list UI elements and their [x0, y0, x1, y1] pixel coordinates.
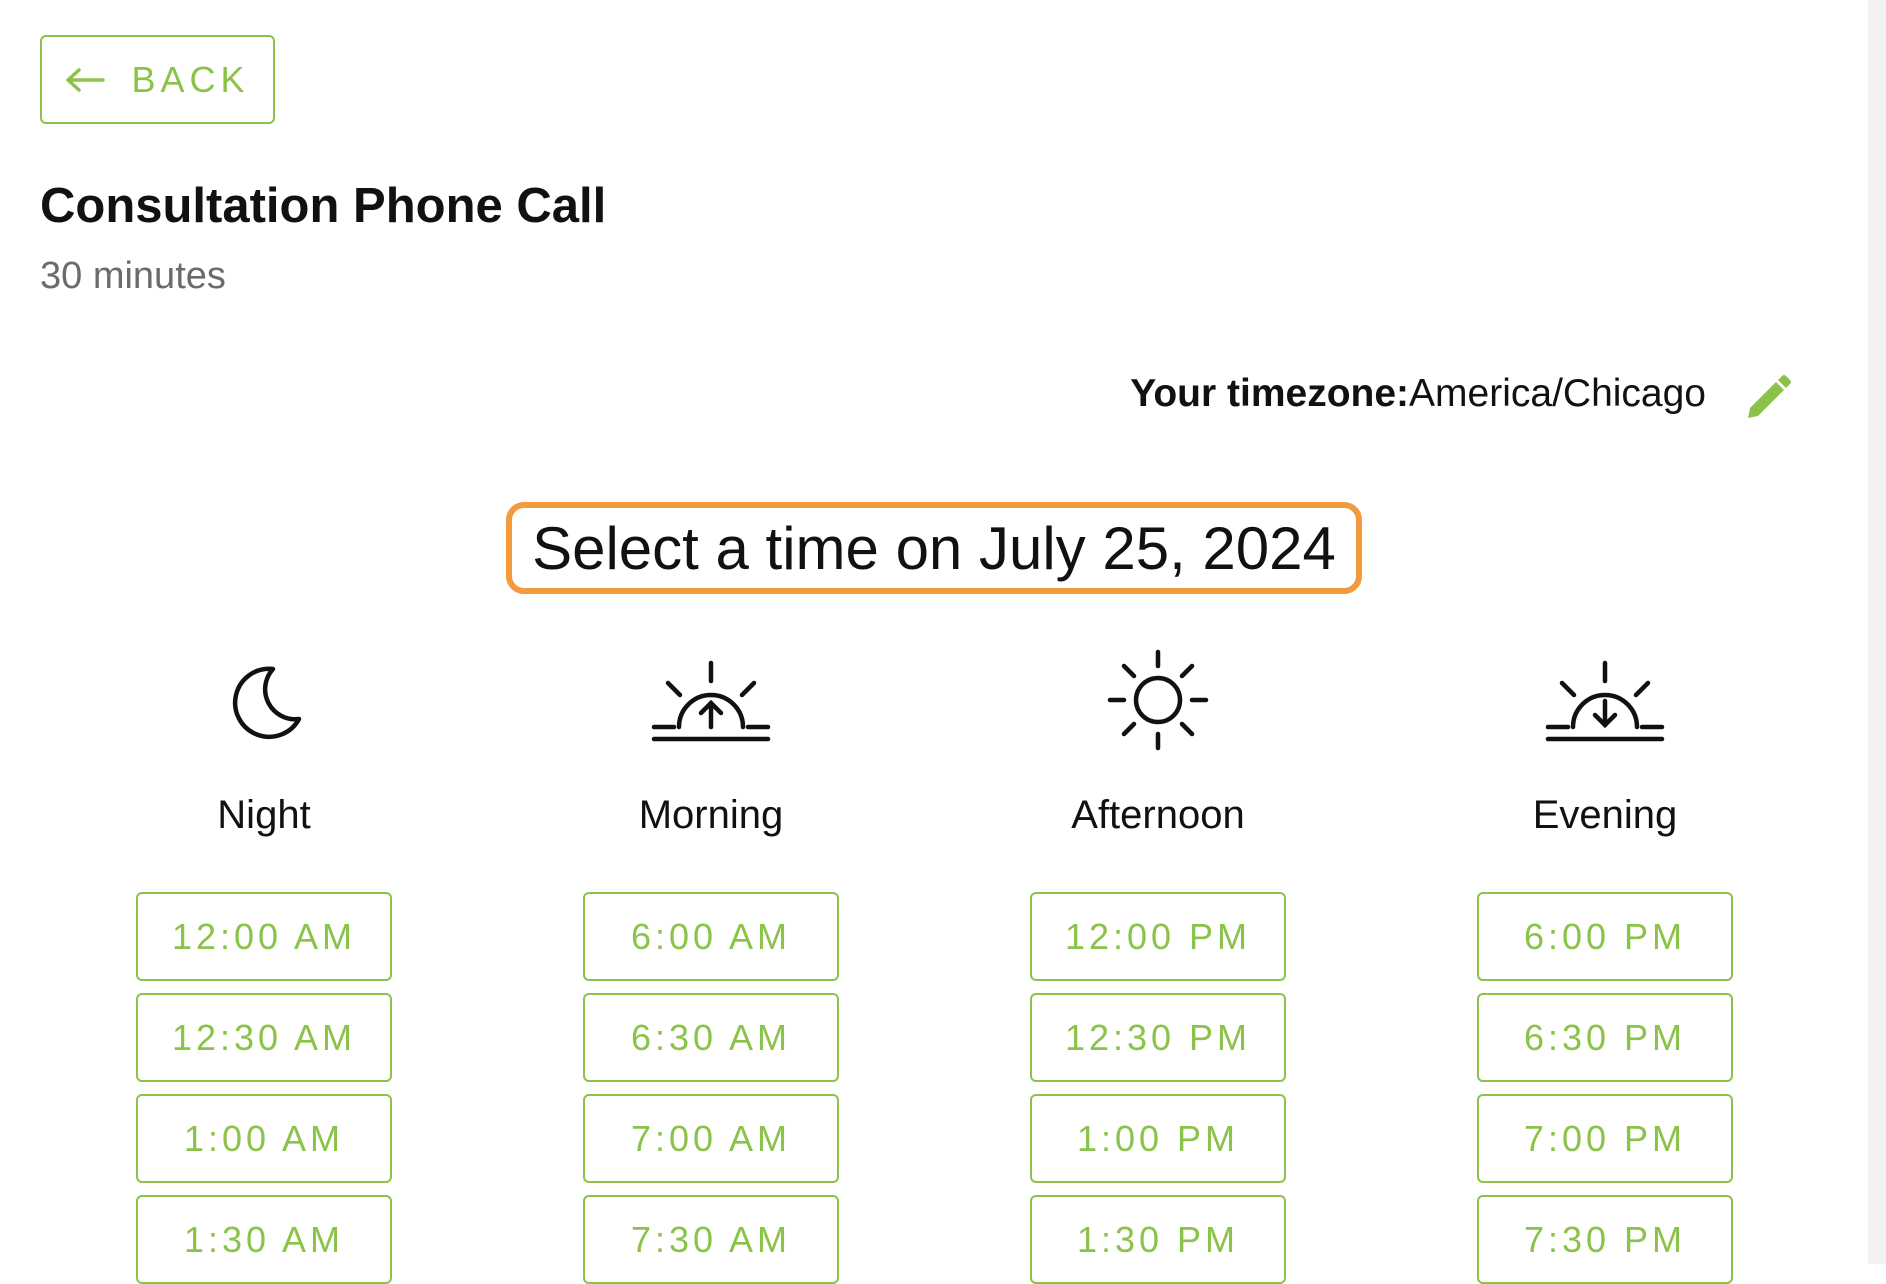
event-duration: 30 minutes: [40, 255, 226, 297]
time-slot-button[interactable]: 7:30 AM: [583, 1195, 839, 1284]
time-slot-button[interactable]: 7:30 PM: [1477, 1195, 1733, 1284]
time-column-night: Night 12:00 AM 12:30 AM 1:00 AM 1:30 AM: [136, 650, 392, 1284]
sunset-icon: [1535, 650, 1675, 750]
time-slot-list: 12:00 PM 12:30 PM 1:00 PM 1:30 PM: [1030, 892, 1286, 1284]
timezone-label: Your timezone:: [1130, 372, 1410, 415]
timezone-display: Your timezone:America/Chicago: [1130, 372, 1706, 416]
time-slot-button[interactable]: 7:00 PM: [1477, 1094, 1733, 1183]
time-slot-button[interactable]: 12:30 PM: [1030, 993, 1286, 1082]
event-title: Consultation Phone Call: [40, 179, 607, 233]
back-button[interactable]: BACK: [40, 35, 275, 124]
time-slot-button[interactable]: 6:30 AM: [583, 993, 839, 1082]
time-slot-list: 6:00 PM 6:30 PM 7:00 PM 7:30 PM: [1477, 892, 1733, 1284]
time-slot-button[interactable]: 12:30 AM: [136, 993, 392, 1082]
time-column-afternoon: Afternoon 12:00 PM 12:30 PM 1:00 PM 1:30…: [1030, 649, 1286, 1284]
sun-icon: [1088, 649, 1228, 751]
time-slot-list: 6:00 AM 6:30 AM 7:00 AM 7:30 AM: [583, 892, 839, 1284]
time-slot-button[interactable]: 1:30 AM: [136, 1195, 392, 1284]
time-slot-button[interactable]: 1:30 PM: [1030, 1195, 1286, 1284]
timezone-value: America/Chicago: [1409, 372, 1706, 415]
scrollbar[interactable]: [1868, 0, 1886, 1264]
moon-icon: [194, 650, 334, 750]
arrow-left-icon: [66, 67, 106, 92]
time-slot-button[interactable]: 6:30 PM: [1477, 993, 1733, 1082]
column-label: Evening: [1532, 793, 1678, 837]
time-slot-button[interactable]: 12:00 AM: [136, 892, 392, 981]
time-column-morning: Morning 6:00 AM 6:30 AM 7:00 AM 7:30 AM: [583, 650, 839, 1284]
pencil-icon: [1748, 375, 1791, 418]
edit-timezone-button[interactable]: [1740, 372, 1794, 426]
time-slot-button[interactable]: 12:00 PM: [1030, 892, 1286, 981]
column-label: Morning: [638, 793, 784, 837]
date-heading: Select a time on July 25, 2024: [506, 502, 1362, 594]
back-button-label: BACK: [131, 58, 250, 100]
time-slot-button[interactable]: 6:00 AM: [583, 892, 839, 981]
time-column-evening: Evening 6:00 PM 6:30 PM 7:00 PM 7:30 PM: [1477, 650, 1733, 1284]
time-slot-button[interactable]: 1:00 PM: [1030, 1094, 1286, 1183]
sunrise-icon: [641, 650, 781, 750]
time-slot-button[interactable]: 6:00 PM: [1477, 892, 1733, 981]
time-slot-list: 12:00 AM 12:30 AM 1:00 AM 1:30 AM: [136, 892, 392, 1284]
time-slot-button[interactable]: 7:00 AM: [583, 1094, 839, 1183]
time-slot-button[interactable]: 1:00 AM: [136, 1094, 392, 1183]
column-label: Afternoon: [1071, 793, 1245, 837]
column-label: Night: [217, 793, 311, 837]
booking-page: BACK Consultation Phone Call 30 minutes …: [0, 0, 1886, 1284]
